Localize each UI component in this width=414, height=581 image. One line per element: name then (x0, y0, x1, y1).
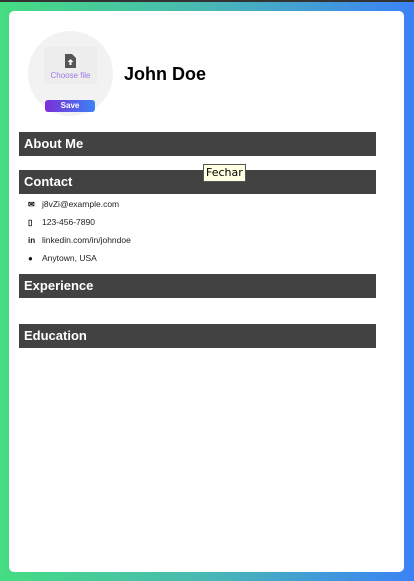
envelope-icon: ✉ (28, 199, 35, 209)
contact-linkedin: in linkedin.com/in/johndoe (28, 234, 131, 246)
file-upload-icon (65, 54, 76, 68)
avatar-upload: Choose file Save (28, 31, 113, 116)
phone-icon: ▯ (28, 217, 33, 227)
location-text: Anytown, USA (42, 253, 97, 263)
section-about-me: About Me (19, 132, 376, 156)
top-bar (0, 0, 414, 2)
file-input[interactable]: Choose file (44, 47, 97, 84)
map-pin-icon: ● (28, 253, 33, 263)
linkedin-text: linkedin.com/in/johndoe (42, 235, 131, 245)
linkedin-icon: in (28, 235, 36, 245)
section-education: Education (19, 324, 376, 348)
email-text: j8vZi@example.com (42, 199, 120, 209)
choose-file-label: Choose file (50, 71, 91, 80)
contact-phone: ▯ 123-456-7890 (28, 216, 95, 228)
section-contact: Contact (19, 170, 376, 194)
profile-name: John Doe (124, 64, 207, 84)
contact-location: ● Anytown, USA (28, 252, 97, 264)
section-experience: Experience (19, 274, 376, 298)
contact-email: ✉ j8vZi@example.com (28, 198, 119, 210)
save-button[interactable]: Save (45, 100, 95, 112)
phone-text: 123-456-7890 (42, 217, 95, 227)
tooltip: Fechar (203, 164, 246, 182)
